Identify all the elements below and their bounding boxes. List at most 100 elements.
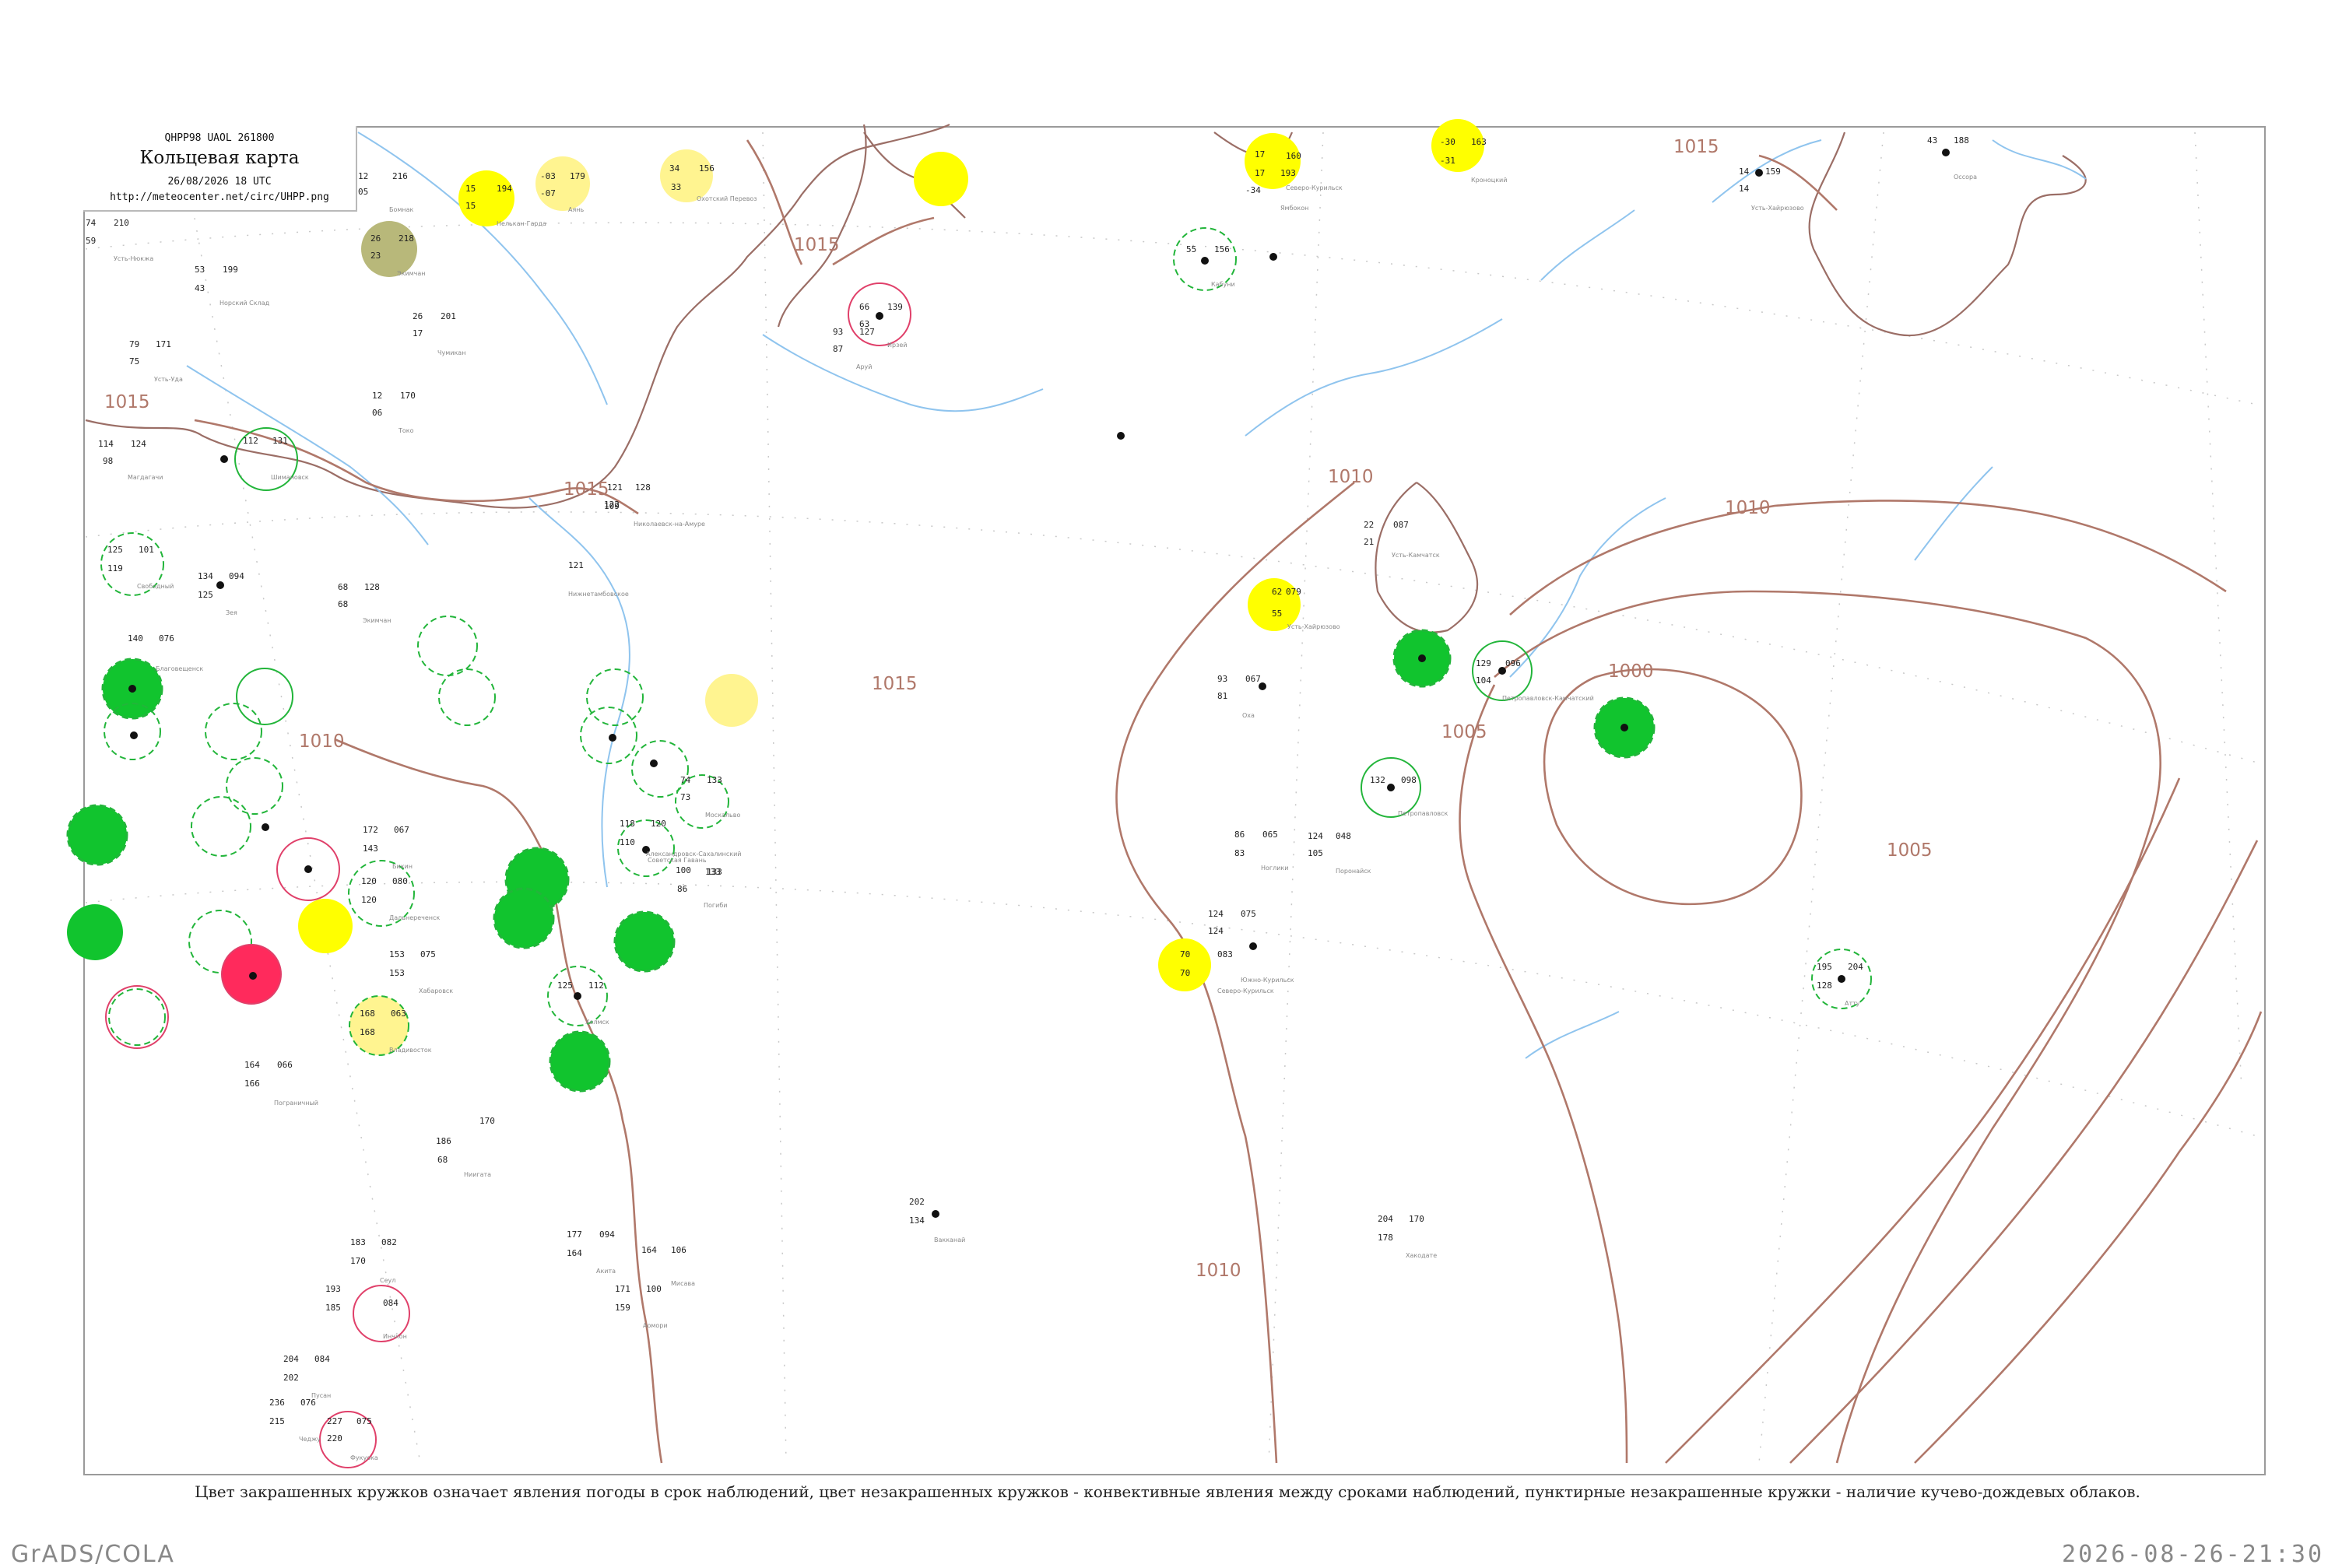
station-dew: 166 (244, 1079, 260, 1089)
isobar-labels: 1015 1015 1015 1015 1015 1010 1010 1010 … (104, 137, 1933, 1281)
station-temp: 153 (389, 949, 405, 959)
station-dew: 05 (358, 187, 368, 197)
station-temp: 132 (1370, 775, 1385, 785)
station-temp: 129 (1476, 658, 1491, 668)
station-press: 100 (646, 1284, 662, 1294)
smoke-circle (361, 221, 417, 277)
station-dew: 134 (909, 1215, 925, 1226)
station-press: 156 (1214, 244, 1230, 254)
station-temp: 125 (107, 545, 123, 555)
station-temp: 70 (1180, 949, 1190, 959)
station-temp: 112 (243, 436, 258, 446)
station-press: 101 (139, 545, 154, 555)
station-press: 128 (635, 482, 651, 493)
station-dew: 170 (350, 1256, 366, 1266)
station-temp: 26 (413, 311, 423, 321)
station-temp: -03 (540, 171, 556, 181)
cb-dashed-circle (586, 668, 644, 726)
station-dew: 215 (269, 1416, 285, 1426)
station-name: Владивосток (389, 1047, 432, 1054)
station-press: 063 (391, 1009, 406, 1019)
isobar-label: 1005 (1887, 840, 1933, 861)
station-temp: 168 (360, 1009, 375, 1019)
station-dew: 75 (129, 356, 139, 367)
station-temp: 227 (327, 1416, 342, 1426)
station-name: Северо-Курильск (1286, 184, 1343, 191)
fog-circle (298, 899, 353, 953)
station-press: 112 (588, 980, 604, 991)
station-name: Николаевск-на-Амуре (634, 521, 705, 528)
station-name: Охотский Перевоз (697, 195, 757, 202)
station-dew: 83 (1234, 848, 1245, 858)
fog-circle (705, 674, 758, 727)
station-temp: -30 (1440, 137, 1455, 147)
station-press: 201 (441, 311, 456, 321)
station-dew: 178 (1378, 1233, 1393, 1243)
map-date: 26/08/2026 18 UTC (167, 176, 272, 188)
thunder-ring-circle (105, 985, 169, 1049)
station-name: Нижнетамбовское (568, 591, 629, 598)
station-name: Кабуни (1211, 281, 1235, 288)
cb-dashed-circle (417, 616, 478, 676)
bulletin-code: QHPP98 UAOL 261800 (164, 132, 275, 144)
station-temp: 118 (620, 819, 635, 829)
station-name: Фукуока (350, 1454, 378, 1461)
station-press: 067 (1245, 674, 1261, 684)
station-name: Атту (1845, 1000, 1860, 1007)
station-name: Магдагачи (128, 474, 163, 481)
station-name: Экимчан (363, 617, 392, 624)
station-temp: 55 (1186, 244, 1196, 254)
station-name: Южно-Курильск (1241, 977, 1294, 984)
station-name: Сеул (380, 1277, 395, 1284)
station-dew: 59 (86, 236, 96, 246)
station-dew: 55 (1272, 609, 1282, 619)
rivers (186, 132, 2087, 1059)
station-press: 084 (383, 1298, 399, 1308)
station-dew: 98 (103, 456, 113, 466)
station-dew: -31 (1440, 156, 1455, 166)
station-name: Оха (1242, 712, 1255, 719)
station-dew: 143 (363, 844, 378, 854)
station-press: 188 (1954, 135, 1969, 146)
station-press: 094 (599, 1229, 615, 1240)
station-press: 133 (705, 867, 721, 877)
station-name: Петропавловск (1398, 810, 1448, 817)
station-name: Пограничный (274, 1100, 318, 1107)
isobar-1015-sea (832, 216, 935, 266)
station-dots (128, 149, 1950, 1218)
station-press: 170 (1409, 1214, 1424, 1224)
station-dew: 81 (1217, 691, 1227, 701)
cb-dashed-circle (438, 668, 496, 726)
map-caption: Цвет закрашенных кружков означает явлени… (195, 1482, 2140, 1501)
station-temp: 34 (669, 163, 680, 174)
station-temp: 17 (1255, 149, 1265, 160)
station-press: 216 (392, 171, 408, 181)
rain-circle (549, 1030, 611, 1093)
fog-circle (458, 170, 514, 226)
station-temp: 124 (1308, 831, 1323, 841)
station-dew: 43 (195, 283, 205, 293)
station-press: 106 (671, 1245, 686, 1255)
station-name: Акита (596, 1268, 616, 1275)
station-temp: 140 (128, 633, 143, 644)
isobar-label: 1010 (299, 731, 345, 752)
station-name: Зея (226, 609, 237, 616)
station-dew: 202 (283, 1373, 299, 1383)
station-press: 131 (272, 436, 288, 446)
station-name: Благовещенск (156, 665, 203, 672)
station-press: 159 (1765, 167, 1781, 177)
fog-circle (1158, 938, 1211, 991)
station-temp: 66 (859, 302, 869, 312)
station-name: Ямбокон (1280, 205, 1308, 212)
station-name: Чумикан (437, 349, 465, 356)
station-name: Поронайск (1336, 868, 1371, 875)
station-temp: 204 (1378, 1214, 1393, 1224)
station-dew: 220 (327, 1433, 342, 1443)
station-dew: 33 (671, 182, 681, 192)
station-dew: 164 (567, 1248, 582, 1258)
station-press: 098 (1401, 775, 1417, 785)
isobar-label: 1010 (1196, 1261, 1241, 1281)
station-dew: 68 (338, 599, 348, 609)
isobar-label: 1015 (872, 674, 918, 694)
station-press: 083 (1217, 949, 1233, 959)
